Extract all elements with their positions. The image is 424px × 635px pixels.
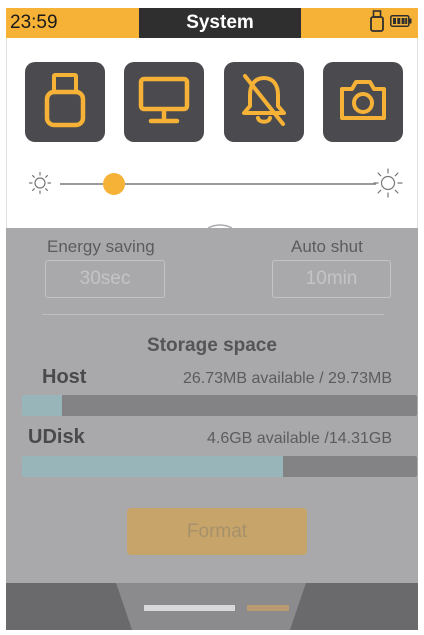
status-bar: 23:59 System [6,8,418,38]
host-storage-bar [22,395,417,416]
mute-notifications-tile[interactable] [223,62,304,142]
status-icons [370,9,412,37]
monitor-tile[interactable] [124,62,205,142]
monitor-icon [138,76,190,129]
udisk-storage-available: 4.6GB available /14.31GB [206,430,392,447]
quick-settings-panel [6,38,418,229]
energy-saving-label: Energy saving [47,237,155,256]
energy-saving-field[interactable]: 30sec [45,260,165,298]
udisk-storage-name: UDisk [28,426,85,448]
page-indicator-active[interactable] [144,605,235,611]
quick-tiles [25,62,403,144]
storage-title: Storage space [147,335,277,356]
settings-content: Energy saving 30sec Auto shut 10min Stor… [6,228,418,583]
sun-bright-icon [373,168,403,203]
udisk-storage-fill [22,456,283,477]
udisk-storage-bar [22,456,417,477]
camera-tile[interactable] [322,62,403,142]
battery-full-icon [390,14,412,32]
divider [42,314,384,315]
usb-drive-icon [43,72,87,133]
page-indicator[interactable] [247,605,289,611]
host-storage-available: 26.73MB available / 29.73MB [182,370,392,387]
format-button[interactable]: Format [127,508,307,555]
clock: 23:59 [10,12,58,33]
camera-icon [337,77,389,128]
brightness-slider[interactable] [25,168,403,198]
bell-off-icon [239,72,289,133]
chevron-up-icon[interactable] [207,216,233,229]
page-title: System [139,8,301,38]
host-storage-fill [22,395,62,416]
host-storage-name: Host [42,366,87,388]
auto-shut-field[interactable]: 10min [272,260,391,298]
auto-shut-label: Auto shut [291,237,363,256]
sun-dim-icon [28,171,52,200]
usb-drive-icon [370,9,384,37]
bottom-dock [6,583,418,630]
usb-drive-tile[interactable] [25,62,105,142]
slider-thumb[interactable] [102,173,125,195]
